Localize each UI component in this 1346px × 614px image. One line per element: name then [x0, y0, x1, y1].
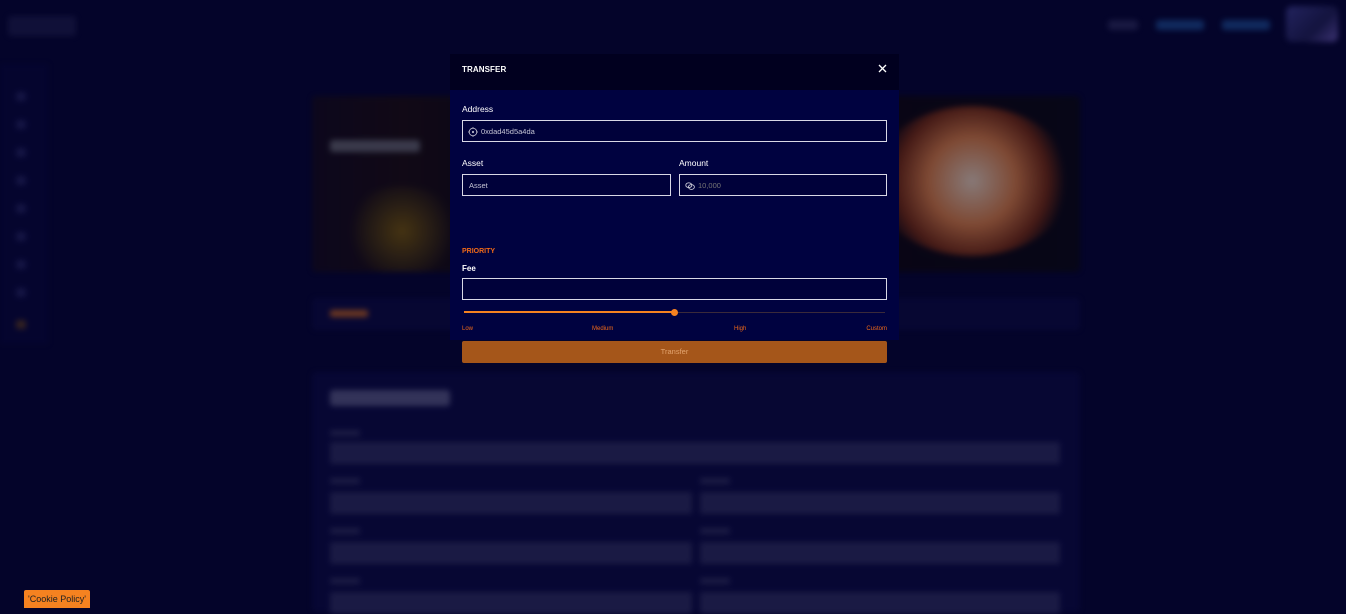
address-label: Address	[462, 104, 494, 114]
modal-body: Address Asset Amount	[450, 90, 899, 363]
modal-title: TRANSFER	[462, 65, 507, 74]
amount-label: Amount	[679, 158, 709, 168]
asset-label: Asset	[462, 158, 484, 168]
tick-custom[interactable]: Custom	[866, 326, 887, 332]
asset-field	[462, 174, 671, 196]
priority-slider[interactable]	[464, 309, 885, 317]
address-input[interactable]	[463, 121, 886, 141]
transfer-modal: TRANSFER Address Asset	[450, 54, 899, 363]
modal-header: TRANSFER	[450, 54, 899, 90]
fee-input[interactable]	[463, 279, 886, 299]
close-icon[interactable]	[876, 62, 889, 75]
slider-fill	[464, 311, 675, 313]
avatar	[1286, 6, 1338, 42]
slider-handle[interactable]	[671, 309, 678, 316]
tick-high[interactable]: High	[734, 326, 746, 332]
amount-input[interactable]	[680, 175, 886, 195]
cookie-policy-button[interactable]: 'Cookie Policy'	[24, 590, 90, 608]
tick-low[interactable]: Low	[462, 326, 473, 332]
personal-info-panel	[312, 372, 1080, 614]
logo	[8, 16, 76, 36]
top-nav	[1108, 20, 1270, 30]
fee-field	[462, 278, 887, 300]
priority-ticks: Low Medium High Custom	[462, 326, 887, 336]
asset-input[interactable]	[463, 175, 670, 195]
transfer-button[interactable]: Transfer	[462, 341, 887, 363]
priority-heading: PRIORITY	[462, 248, 496, 255]
tick-medium[interactable]: Medium	[592, 326, 613, 332]
sidebar	[0, 64, 48, 344]
amount-field	[679, 174, 887, 196]
address-field	[462, 120, 887, 142]
fee-label: Fee	[462, 264, 476, 273]
